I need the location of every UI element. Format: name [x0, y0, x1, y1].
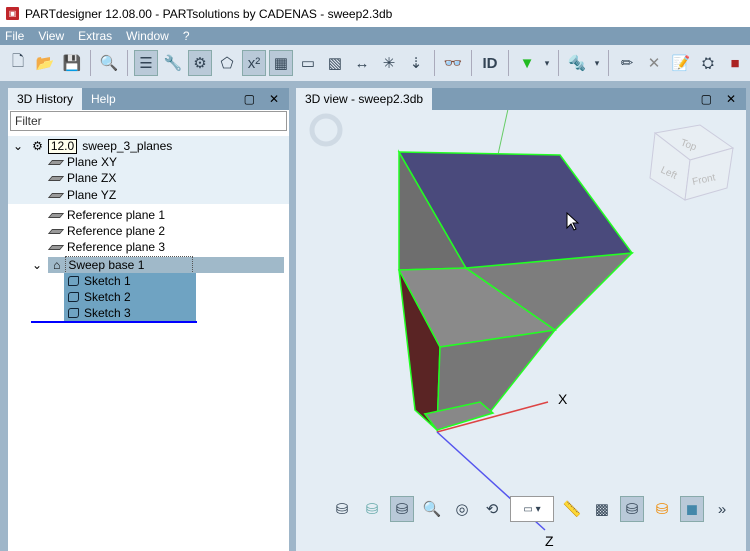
wrench-icon[interactable]: 🔧 [161, 50, 185, 76]
sketch-icon[interactable]: ⬠ [215, 50, 239, 76]
plane-icon [47, 244, 65, 250]
zoom-fit-icon[interactable]: 🔍 [420, 496, 444, 522]
close-icon[interactable]: ✕ [269, 92, 279, 106]
tree-item-sketch-2[interactable]: Sketch 2 [68, 289, 131, 305]
menu-extras[interactable]: Extras [78, 29, 112, 43]
filter-input[interactable]: Filter [10, 111, 287, 131]
title-bar: ▣ PARTdesigner 12.08.00 - PARTsolutions … [0, 0, 750, 27]
plane-icon [47, 175, 65, 181]
app-icon: ▣ [6, 7, 19, 20]
history-icon[interactable]: ☰ [134, 50, 158, 76]
window-title: PARTdesigner 12.08.00 - PARTsolutions by… [25, 6, 393, 21]
sketch-icon [68, 292, 79, 302]
rotate-ring-icon [309, 113, 343, 147]
history-panel: 3D History Help ▢ ✕ Filter ⌄ ⚙ 12.0 sweep… [8, 88, 289, 551]
open-folder-icon[interactable]: 📂 [33, 50, 57, 76]
more-button[interactable]: » [710, 496, 734, 522]
sketch-icon [68, 308, 79, 318]
view-part-icon[interactable]: 👓 [441, 50, 465, 76]
menu-window[interactable]: Window [126, 29, 169, 43]
tab-3d-history[interactable]: 3D History [8, 88, 83, 110]
save-part-icon[interactable]: 🔩 [565, 50, 589, 76]
rotate-icon[interactable]: ⟲ [480, 496, 504, 522]
bolt-icon[interactable]: ⚙ [188, 50, 212, 76]
delete-icon[interactable]: ✕ [642, 50, 666, 76]
tree-item-ref-plane-1[interactable]: Reference plane 1 [47, 207, 165, 223]
sketch-icon [68, 276, 79, 286]
tree-item-sweep-base-1[interactable]: ⌄ ⌂ Sweep base 1 [32, 256, 194, 274]
plane-icon [47, 212, 65, 218]
section-icon[interactable]: ⛁ [650, 496, 674, 522]
tab-3d-view[interactable]: 3D view - sweep2.3db [296, 88, 433, 110]
tree-item-ref-plane-2[interactable]: Reference plane 2 [47, 223, 165, 239]
plane-icon [47, 159, 65, 165]
shaded-edges-cylinder-icon[interactable]: ⛁ [390, 496, 414, 522]
plane-icon [47, 228, 65, 234]
magic-wand-icon[interactable]: ✳ [377, 50, 401, 76]
shaded-cylinder-icon[interactable]: ⛁ [360, 496, 384, 522]
chevron-down-icon[interactable]: ⌄ [13, 138, 23, 154]
save-icon[interactable]: 💾 [60, 50, 84, 76]
tree-item-plane-yz[interactable]: Plane YZ [47, 187, 116, 203]
tree-item-plane-zx[interactable]: Plane ZX [47, 170, 116, 186]
part-icon: ⚙ [32, 139, 43, 153]
tree-item-ref-plane-3[interactable]: Reference plane 3 [47, 239, 165, 255]
search-icon[interactable]: 🔍 [97, 50, 121, 76]
chevron-down-icon[interactable]: ⌄ [32, 257, 42, 273]
dropdown-icon[interactable]: ▾ [592, 50, 602, 76]
tree-item-sketch-3[interactable]: Sketch 3 [68, 305, 131, 321]
edit-note-icon[interactable]: 📝 [669, 50, 693, 76]
wireframe-cylinder-icon[interactable]: ⛁ [330, 496, 354, 522]
drop-indicator [31, 321, 197, 323]
view-cube [649, 124, 735, 201]
menu-file[interactable]: File [5, 29, 24, 43]
transparency-icon[interactable]: ◎ [450, 496, 474, 522]
box-icon[interactable]: ■ [723, 50, 747, 76]
tree-item-sketch-1[interactable]: Sketch 1 [68, 273, 131, 289]
hatch-icon[interactable]: ▧ [323, 50, 347, 76]
variables-icon[interactable]: x² [242, 50, 266, 76]
edit-pencil-icon[interactable]: ✏ [615, 50, 639, 76]
view-select-dropdown[interactable]: ▭ ▾ [510, 496, 554, 522]
z-axis-label: Z [545, 533, 554, 549]
menu-help[interactable]: ? [183, 29, 190, 43]
x-axis-label: X [558, 391, 568, 407]
id-icon[interactable]: ID [478, 50, 502, 76]
main-toolbar: 🗋 📂 💾 🔍 ☰ 🔧 ⚙ ⬠ x² ▦ ▭ ▧ ↔ ✳ ⇣ 👓 ID ▼ ▾ … [0, 45, 750, 81]
cube-icon[interactable]: ◼ [680, 496, 704, 522]
maximize-icon[interactable]: ▢ [701, 92, 712, 106]
filter-triangle-icon[interactable]: ▼ [515, 50, 539, 76]
menu-bar: File View Extras Window ? [0, 27, 750, 45]
dimension-icon[interactable]: ⛁ [620, 496, 644, 522]
plane-icon [47, 192, 65, 198]
measure-icon[interactable]: ↔ [350, 50, 374, 76]
tree-root[interactable]: ⌄ ⚙ 12.0 sweep_3_planes [13, 138, 172, 154]
export-icon[interactable]: ⇣ [404, 50, 428, 76]
sweep-body [397, 149, 634, 433]
menu-view[interactable]: View [38, 29, 64, 43]
tab-help[interactable]: Help [82, 88, 125, 110]
ruler-icon[interactable]: 📏 [560, 496, 584, 522]
table-icon[interactable]: ▦ [269, 50, 293, 76]
sweep-icon: ⌂ [53, 258, 61, 272]
view-toolbar: ⛁ ⛁ ⛁ 🔍 ◎ ⟲ ▭ ▾ 📏 ▩ ⛁ ⛁ ◼ » [330, 496, 734, 522]
3d-view-panel: 3D view - sweep2.3db ▢ ✕ Top Left Front X… [296, 88, 746, 551]
engine-icon[interactable]: ⛭ [696, 50, 720, 76]
dropdown-icon[interactable]: ▾ [542, 50, 552, 76]
new-file-icon[interactable]: 🗋 [6, 50, 30, 76]
mesh-icon[interactable]: ▩ [590, 496, 614, 522]
maximize-icon[interactable]: ▢ [244, 92, 255, 106]
3d-viewport[interactable]: Top Left Front X Z [296, 110, 746, 551]
version-badge: 12.0 [47, 138, 78, 154]
part-icon[interactable]: ▭ [296, 50, 320, 76]
close-icon[interactable]: ✕ [726, 92, 736, 106]
tree-item-plane-xy[interactable]: Plane XY [47, 154, 117, 170]
